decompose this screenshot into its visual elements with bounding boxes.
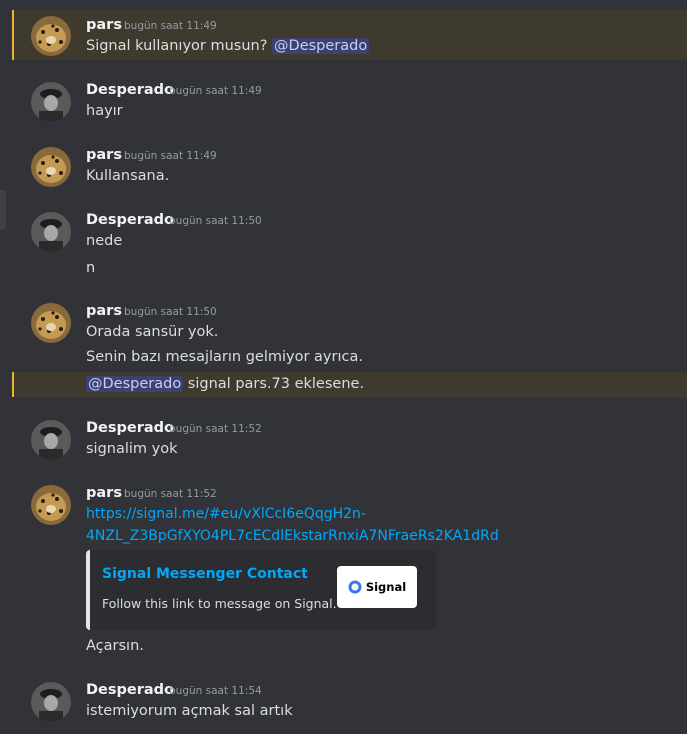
avatar-pars[interactable] [31, 147, 71, 187]
avatar-pars[interactable] [31, 16, 71, 56]
timestamp: bugün saat 11:50 [124, 306, 217, 318]
message-text: Senin bazı mesajların gelmiyor ayrıca. [86, 349, 363, 365]
leopard-avatar-icon [31, 16, 71, 56]
signal-logo-icon [348, 580, 362, 594]
message-text: istemiyorum açmak sal artık [86, 703, 293, 719]
mention-desperado[interactable]: @Desperado [86, 376, 184, 392]
avatar-desperado[interactable] [31, 82, 71, 122]
author-name[interactable]: pars [86, 485, 122, 501]
timestamp: bugün saat 11:49 [169, 85, 262, 97]
link-embed: Signal Messenger Contact Follow this lin… [86, 550, 436, 630]
message-text: @Desperado signal pars.73 eklesene. [86, 376, 365, 392]
avatar-desperado[interactable] [31, 420, 71, 460]
soldier-avatar-icon [31, 682, 71, 722]
mention-desperado[interactable]: @Desperado [272, 38, 370, 54]
author-name[interactable]: pars [86, 303, 122, 319]
message-text: hayır [86, 103, 123, 119]
leopard-avatar-icon [31, 303, 71, 343]
author-name[interactable]: pars [86, 17, 122, 33]
message-text: Orada sansür yok. [86, 324, 219, 340]
leopard-avatar-icon [31, 485, 71, 525]
message-text: Kullansana. [86, 168, 170, 184]
message-text: n [86, 260, 96, 276]
thumbnail-label: Signal [365, 580, 407, 594]
embed-thumbnail[interactable]: Signal [337, 566, 417, 608]
soldier-avatar-icon [31, 420, 71, 460]
message-text: Signal kullanıyor musun? @Desperado [86, 38, 370, 54]
author-name[interactable]: Desperado [86, 420, 174, 436]
author-name[interactable]: pars [86, 147, 122, 163]
avatar-pars[interactable] [31, 485, 71, 525]
leopard-avatar-icon [31, 147, 71, 187]
author-name[interactable]: Desperado [86, 212, 174, 228]
message-text: Açarsın. [86, 638, 144, 654]
soldier-avatar-icon [31, 82, 71, 122]
author-name[interactable]: Desperado [86, 682, 174, 698]
timestamp: bugün saat 11:52 [169, 423, 262, 435]
message-text: signalim yok [86, 441, 178, 457]
signal-link[interactable]: 4NZL_Z3BpGfXYO4PL7cECdlEkstarRnxiA7NFrae… [86, 528, 499, 544]
signal-link[interactable]: https://signal.me/#eu/vXlCcI6eQqgH2n- [86, 506, 366, 522]
timestamp: bugün saat 11:54 [169, 685, 262, 697]
author-name[interactable]: Desperado [86, 82, 174, 98]
scrollbar-notch[interactable] [0, 190, 6, 230]
embed-description: Follow this link to message on Signal. [102, 596, 337, 611]
timestamp: bugün saat 11:49 [124, 150, 217, 162]
timestamp: bugün saat 11:52 [124, 488, 217, 500]
timestamp: bugün saat 11:49 [124, 20, 217, 32]
timestamp: bugün saat 11:50 [169, 215, 262, 227]
soldier-avatar-icon [31, 212, 71, 252]
embed-title[interactable]: Signal Messenger Contact [102, 566, 308, 582]
message-text: nede [86, 233, 123, 249]
avatar-pars[interactable] [31, 303, 71, 343]
avatar-desperado[interactable] [31, 212, 71, 252]
avatar-desperado[interactable] [31, 682, 71, 722]
